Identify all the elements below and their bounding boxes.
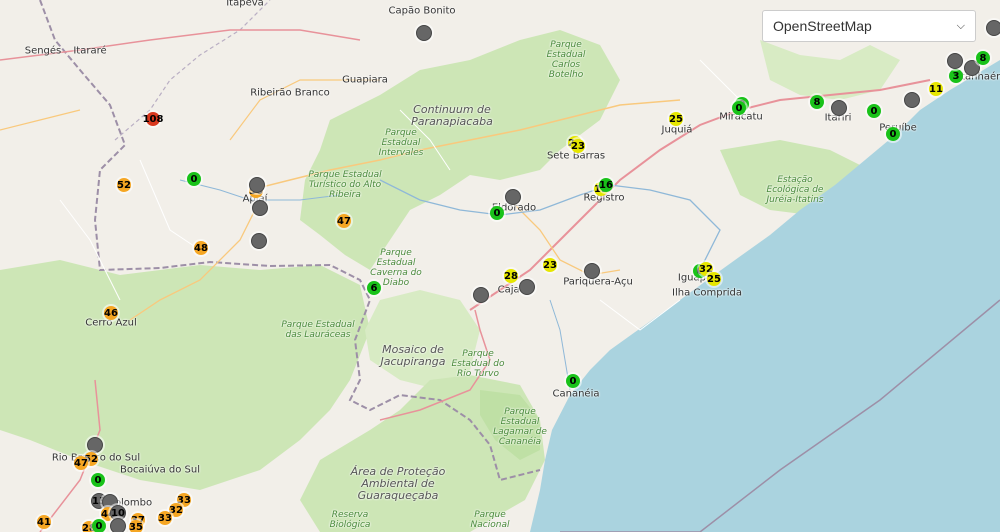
- station-marker[interactable]: 46: [104, 306, 118, 320]
- place-label-bocaiuva-do-sul: Bocaiúva do Sul: [119, 464, 201, 476]
- station-marker[interactable]: 8: [810, 95, 824, 109]
- station-marker[interactable]: 35: [129, 520, 143, 532]
- area-label-reserva-biologica: Reserva Biológica: [329, 510, 371, 530]
- map[interactable]: Itapeva Capão Bonito Sengés Itararé Guapiara…: [0, 0, 1000, 532]
- station-marker[interactable]: 41: [37, 515, 51, 529]
- station-marker[interactable]: 16: [599, 178, 613, 192]
- area-label-parque-petar: Parque Estadual Turístico do Alto Ribeir…: [308, 170, 382, 200]
- place-label-guapiara: Guapiara: [342, 74, 388, 86]
- station-marker[interactable]: 0: [91, 473, 105, 487]
- station-marker[interactable]: 28: [504, 269, 518, 283]
- station-marker[interactable]: [831, 100, 847, 116]
- station-marker[interactable]: 0: [187, 172, 201, 186]
- station-marker[interactable]: 52: [117, 178, 131, 192]
- station-marker[interactable]: 23: [571, 139, 585, 153]
- base-layer-select[interactable]: OpenStreetMap ⌵: [762, 10, 976, 42]
- station-marker[interactable]: [249, 177, 265, 193]
- place-label-senges: Sengés: [24, 45, 62, 57]
- station-marker[interactable]: 23: [543, 258, 557, 272]
- area-label-parque-lagamar: Parque Estadual Lagamar de Cananéia: [493, 407, 547, 447]
- station-marker[interactable]: [904, 92, 920, 108]
- station-marker[interactable]: [505, 189, 521, 205]
- base-layer-select-value: OpenStreetMap: [773, 18, 872, 34]
- place-label-itapeva: Itapeva: [226, 0, 264, 9]
- area-label-parque-intervales: Parque Estadual Intervales: [378, 128, 424, 158]
- place-label-itanhaem: Itanhaém: [958, 71, 1000, 83]
- area-label-continuum: Continuum de Paranapiacaba: [411, 103, 493, 128]
- station-marker[interactable]: [986, 20, 1000, 36]
- station-marker[interactable]: 6: [367, 281, 381, 295]
- station-marker[interactable]: [473, 287, 489, 303]
- station-marker[interactable]: [584, 263, 600, 279]
- station-marker[interactable]: [251, 233, 267, 249]
- station-marker[interactable]: [87, 437, 103, 453]
- station-marker[interactable]: 33: [158, 511, 172, 525]
- station-marker[interactable]: [416, 25, 432, 41]
- station-marker[interactable]: 11: [929, 82, 943, 96]
- area-label-parque-lauraceas: Parque Estadual das Lauráceas: [281, 320, 355, 340]
- station-marker[interactable]: [947, 53, 963, 69]
- station-marker[interactable]: 3: [949, 69, 963, 83]
- area-label-parque-nacional: Parque Nacional: [470, 510, 510, 530]
- station-marker[interactable]: 0: [732, 101, 746, 115]
- station-marker[interactable]: 47: [337, 214, 351, 228]
- station-marker[interactable]: 0: [490, 206, 504, 220]
- basemap: [0, 0, 1000, 532]
- area-label-apa-guaraquecaba: Área de Proteção Ambiental de Guaraqueça…: [350, 465, 446, 502]
- place-label-cananeia: Cananéia: [552, 388, 600, 400]
- station-marker[interactable]: [252, 200, 268, 216]
- station-marker[interactable]: 25: [669, 112, 683, 126]
- place-label-capao-bonito: Capão Bonito: [388, 5, 456, 17]
- place-label-juquia: Juquiá: [661, 124, 693, 136]
- station-marker[interactable]: 8: [976, 51, 990, 65]
- station-marker[interactable]: 47: [74, 456, 88, 470]
- station-marker[interactable]: 25: [707, 272, 721, 286]
- place-label-itarare: Itararé: [73, 45, 107, 57]
- area-label-parque-rio-turvo: Parque Estadual do Rio Turvo: [451, 349, 505, 379]
- station-marker[interactable]: [519, 279, 535, 295]
- place-label-ribeirao-branco: Ribeirão Branco: [250, 87, 330, 99]
- station-marker[interactable]: 0: [867, 104, 881, 118]
- station-marker[interactable]: 48: [194, 241, 208, 255]
- area-label-parque-carlos-botelho: Parque Estadual Carlos Botelho: [546, 40, 586, 80]
- place-label-ilha-comprida: Ilha Comprida: [672, 287, 742, 299]
- station-marker[interactable]: 0: [92, 519, 106, 532]
- chevron-down-icon: ⌵: [956, 19, 965, 32]
- station-marker[interactable]: [110, 518, 126, 532]
- place-label-pariquera-acu: Pariquera-Açu: [563, 276, 633, 288]
- area-label-estacao-jureia: Estação Ecológica de Juréia-Itatins: [766, 175, 824, 205]
- station-marker[interactable]: 108: [143, 112, 163, 126]
- station-marker[interactable]: 0: [886, 127, 900, 141]
- station-marker[interactable]: 0: [566, 374, 580, 388]
